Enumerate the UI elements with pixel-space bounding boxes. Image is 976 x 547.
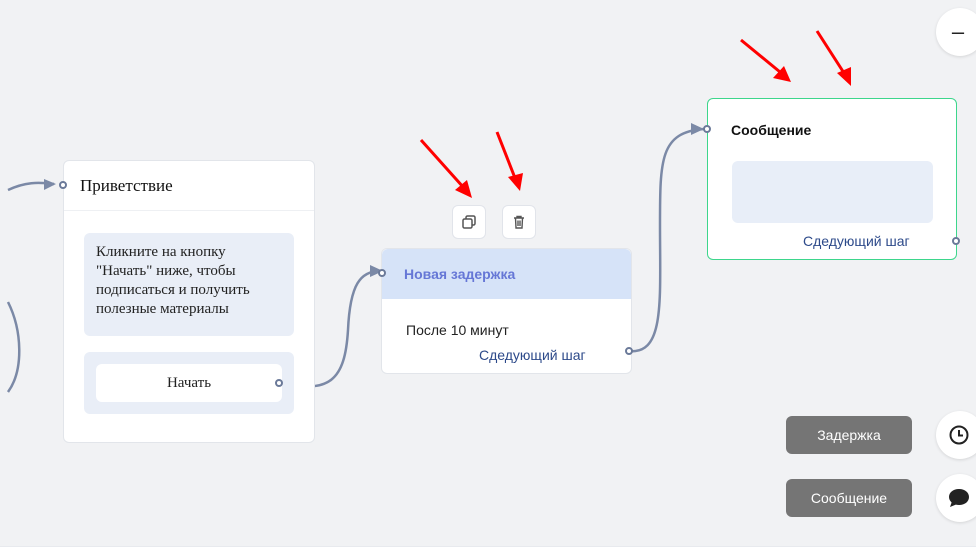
node-title: Новая задержка — [404, 266, 516, 282]
next-step-label: Сдедующий шаг — [803, 233, 910, 249]
flow-canvas[interactable]: Приветствие Кликните на кнопку "Начать" … — [0, 0, 976, 547]
start-button-label: Начать — [166, 374, 212, 391]
zoom-out-label: – — [951, 19, 965, 44]
add-delay-button[interactable]: Задержка — [786, 416, 912, 454]
node-header: Приветствие — [64, 161, 314, 211]
add-message-label: Сообщение — [810, 490, 888, 506]
message-text: Кликните на кнопку "Начать" ниже, чтобы … — [96, 244, 250, 317]
delete-node-button[interactable] — [502, 205, 536, 239]
trash-icon — [514, 215, 524, 229]
add-delay-label: Задержка — [817, 427, 881, 443]
copy-node-button[interactable] — [452, 205, 486, 239]
output-port[interactable] — [275, 379, 283, 387]
next-step-label: Сдедующий шаг — [479, 347, 586, 363]
delay-duration: После 10 минут — [406, 322, 509, 338]
wire-arrowhead-welcome — [44, 179, 56, 190]
add-message-button[interactable]: Сообщение — [786, 479, 912, 517]
message-text-block[interactable]: Кликните на кнопку "Начать" ниже, чтобы … — [84, 233, 294, 336]
welcome-node[interactable]: Приветствие Кликните на кнопку "Начать" … — [59, 160, 315, 443]
node-header: Новая задержка — [382, 249, 631, 299]
start-button[interactable]: Начать — [96, 364, 282, 402]
output-port[interactable] — [625, 347, 633, 355]
output-port[interactable] — [952, 237, 960, 245]
wire-offscreen-loop — [6, 301, 21, 393]
message-node[interactable]: Сообщение Сдедующий шаг — [703, 98, 960, 260]
input-port[interactable] — [703, 125, 711, 133]
node-title: Сообщение — [731, 122, 812, 138]
message-content-block[interactable] — [732, 161, 933, 223]
input-port[interactable] — [378, 269, 386, 277]
add-message-icon-button[interactable] — [936, 474, 976, 522]
zoom-out-button[interactable]: – — [936, 8, 976, 56]
wire-delay-to-message — [628, 127, 705, 353]
clock-icon — [949, 425, 969, 445]
chat-bubble-icon — [949, 489, 969, 507]
button-block: Начать — [84, 352, 294, 414]
input-port[interactable] — [59, 181, 67, 189]
delay-node[interactable]: Новая задержка После 10 минут Сдедующий … — [378, 248, 633, 374]
node-title: Приветствие — [80, 175, 173, 195]
copy-icon — [462, 215, 476, 229]
add-delay-icon-button[interactable] — [936, 411, 976, 459]
